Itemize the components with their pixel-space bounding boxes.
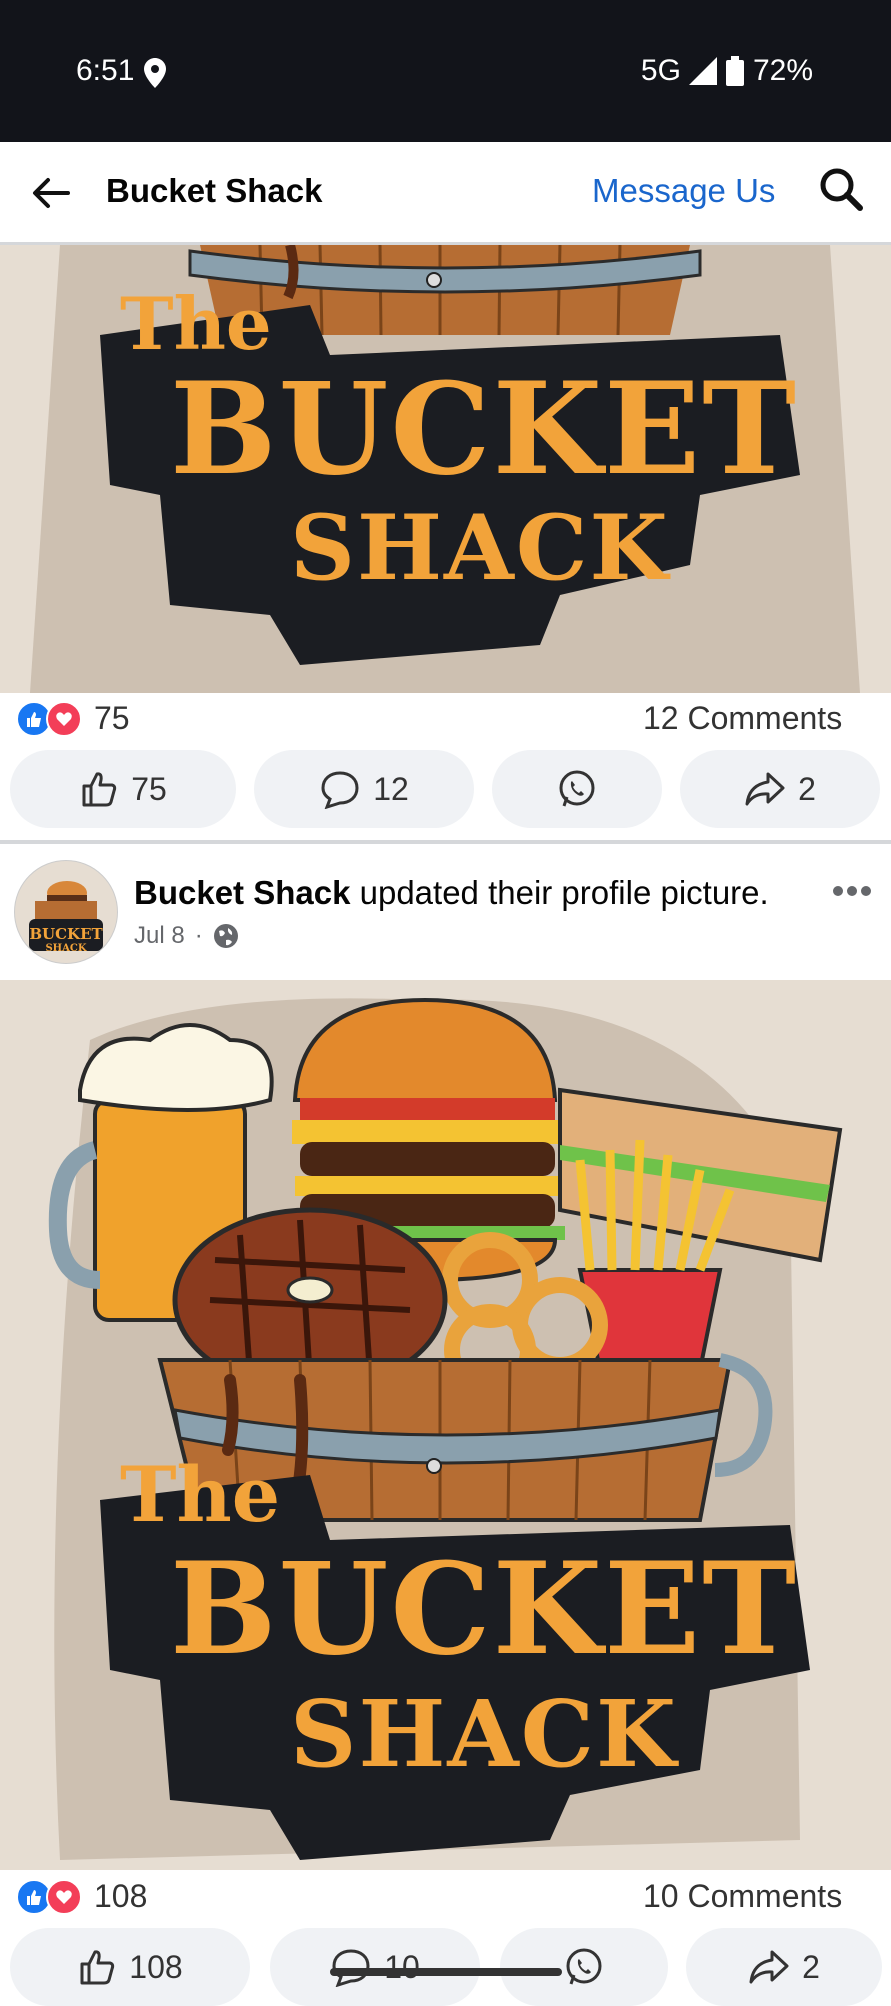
post-image[interactable]: The BUCKET SHACK	[0, 245, 891, 693]
search-icon[interactable]	[818, 166, 864, 212]
post-divider	[0, 840, 891, 844]
like-button[interactable]: 108	[10, 1928, 250, 2006]
status-time: 6:51	[76, 54, 135, 87]
reaction-icons[interactable]	[16, 701, 82, 737]
message-us-link[interactable]: Message Us	[592, 172, 775, 210]
back-arrow-icon[interactable]	[28, 170, 74, 216]
location-icon	[144, 58, 166, 88]
share-count: 2	[798, 770, 816, 807]
comment-count: 12	[373, 770, 409, 807]
like-icon	[82, 772, 117, 807]
logo-word-bucket: BUCKET	[170, 355, 798, 503]
share-icon	[749, 1950, 789, 1984]
comment-icon	[321, 771, 359, 809]
logo-word-shack: SHACK	[290, 1680, 678, 1788]
logo-word-bucket: BUCKET	[170, 1535, 798, 1683]
logo-word-the: The	[120, 1450, 281, 1539]
logo-word-shack: SHACK	[290, 495, 670, 601]
svg-text:BUCKET: BUCKET	[29, 925, 103, 943]
whatsapp-button[interactable]	[500, 1928, 668, 2006]
comments-count-link[interactable]: 12 Comments	[643, 700, 842, 737]
status-bar: 6:51 5G 72%	[0, 0, 891, 142]
battery-level: 72%	[752, 54, 813, 87]
share-button[interactable]: 2	[680, 750, 880, 828]
share-icon	[745, 772, 785, 806]
post-action-text: updated their profile picture.	[359, 874, 769, 911]
comment-button[interactable]: 10	[270, 1928, 480, 2006]
comment-count: 10	[384, 1948, 420, 1985]
whatsapp-icon	[559, 770, 595, 807]
like-count: 75	[131, 770, 167, 807]
page-header: Bucket Shack Message Us	[0, 142, 891, 245]
share-count: 2	[802, 1948, 820, 1985]
status-right: 5G 72%	[641, 54, 813, 88]
battery-icon	[725, 56, 744, 86]
signal-icon	[688, 57, 717, 85]
reaction-count: 75	[94, 700, 130, 736]
like-count: 108	[129, 1948, 183, 1985]
svg-text:SHACK: SHACK	[45, 943, 86, 954]
comment-icon	[332, 1949, 370, 1987]
post-header-text: Bucket Shack updated their profile pictu…	[134, 874, 814, 912]
comments-count-link[interactable]: 10 Comments	[643, 1878, 842, 1915]
reaction-icons[interactable]	[16, 1879, 82, 1915]
reaction-count: 108	[94, 1878, 148, 1914]
share-button[interactable]: 2	[686, 1928, 882, 2006]
post-date[interactable]: Jul 8	[134, 922, 185, 950]
like-icon	[80, 1950, 115, 1985]
logo-word-the: The	[120, 281, 272, 366]
avatar[interactable]: BUCKET SHACK	[14, 860, 118, 964]
globe-icon	[213, 924, 238, 948]
love-reaction-icon	[46, 1879, 82, 1915]
post-image[interactable]: The BUCKET SHACK	[0, 980, 891, 1870]
gesture-nav-bar[interactable]	[330, 1968, 562, 1976]
page-title: Bucket Shack	[106, 172, 323, 209]
comment-button[interactable]: 12	[254, 750, 474, 828]
network-label: 5G	[640, 54, 681, 87]
post-author[interactable]: Bucket Shack	[134, 874, 350, 911]
love-reaction-icon	[46, 701, 82, 737]
meta-separator: ·	[194, 922, 203, 949]
whatsapp-button[interactable]	[492, 750, 662, 828]
avatar-logo-image: BUCKET SHACK	[29, 881, 103, 954]
like-button[interactable]: 75	[10, 750, 236, 828]
more-options-icon[interactable]	[832, 884, 872, 898]
whatsapp-icon	[566, 1948, 602, 1985]
post-meta: Jul 8 ·	[134, 922, 239, 950]
